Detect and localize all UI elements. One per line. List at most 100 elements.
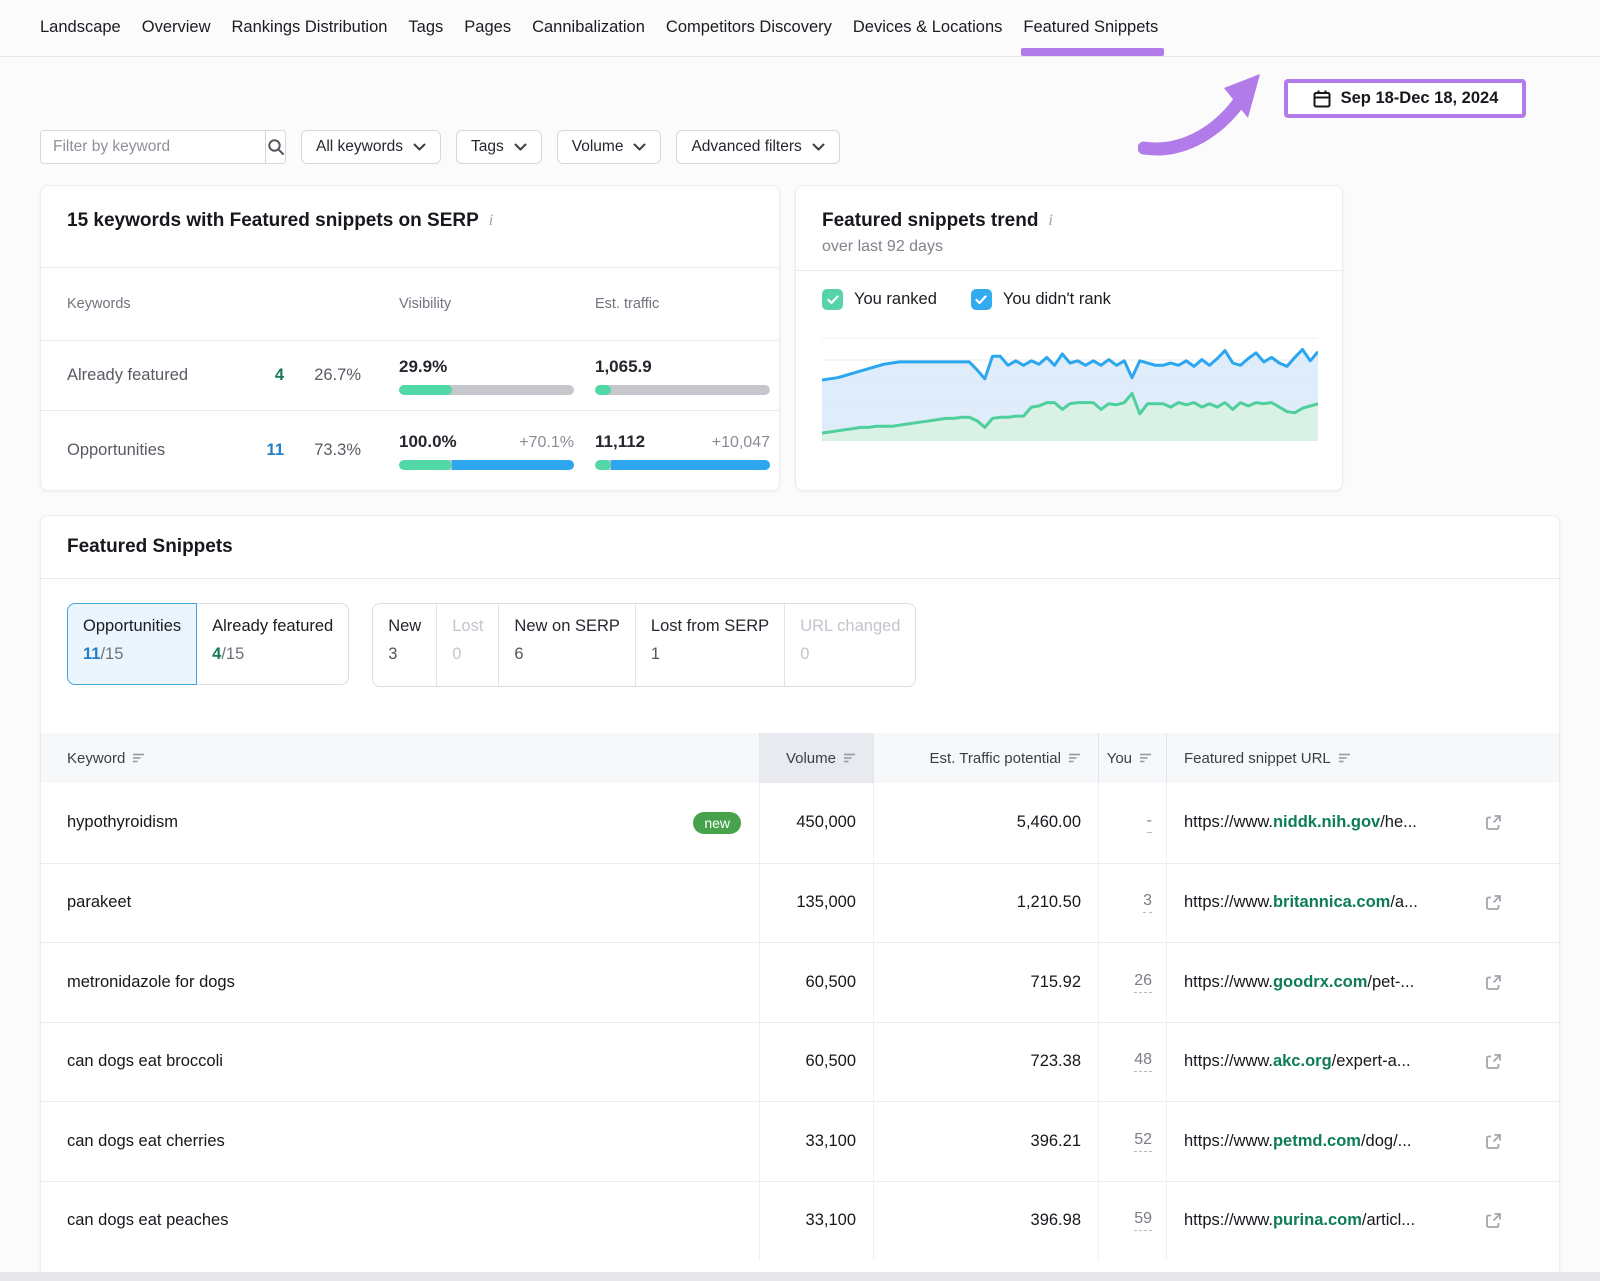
counter-new[interactable]: New 3 (373, 604, 436, 686)
sort-icon[interactable] (132, 752, 145, 764)
open-url-button[interactable] (1466, 893, 1503, 912)
col-header-label: You (1107, 750, 1132, 767)
info-icon[interactable]: i (1046, 212, 1052, 230)
search-icon (267, 138, 285, 156)
visibility-value: 100.0% (399, 432, 457, 452)
sort-icon[interactable] (843, 752, 856, 764)
snippets-table: Keyword Volume Est. Traffic potential You Fe… (41, 733, 1559, 1260)
snippet-url-link[interactable]: https://www.purina.com/articl... (1184, 1211, 1415, 1230)
table-header-row: Keyword Volume Est. Traffic potential You Fe… (41, 733, 1559, 783)
nav-tab-pages[interactable]: Pages (464, 2, 511, 55)
table-row: parakeet135,0001,210.503https://www.brit… (41, 863, 1559, 943)
volume-cell: 60,500 (759, 943, 873, 1022)
counter-label: Lost (452, 617, 483, 636)
nav-tab-cannibalization[interactable]: Cannibalization (532, 2, 645, 55)
counter-lost-from-serp[interactable]: Lost from SERP1 (635, 604, 784, 686)
snippet-url-link[interactable]: https://www.akc.org/expert-a... (1184, 1052, 1411, 1071)
counter-label: New (388, 617, 421, 636)
summary-row-label-cell: Already featured426.7% (67, 366, 399, 385)
you-rank-link[interactable]: 48 (1134, 1051, 1152, 1072)
keyword-filter-input[interactable] (41, 131, 265, 163)
volume-cell: 135,000 (759, 864, 873, 943)
col-header-you[interactable]: You (1098, 733, 1166, 783)
nav-tab-tags[interactable]: Tags (408, 2, 443, 55)
you-rank-link[interactable]: 52 (1134, 1131, 1152, 1152)
tab-count: 11/15 (83, 645, 181, 664)
dropdown-label: All keywords (316, 138, 403, 156)
counter-label: Lost from SERP (651, 617, 769, 636)
sort-icon[interactable] (1139, 752, 1152, 764)
dropdown-advanced-filters[interactable]: Advanced filters (676, 130, 839, 164)
keyword-text: can dogs eat cherries (67, 1132, 741, 1151)
you-rank-link[interactable]: 3 (1143, 892, 1152, 913)
counter-new-on-serp[interactable]: New on SERP6 (498, 604, 634, 686)
col-header-keyword[interactable]: Keyword (41, 733, 759, 783)
tab-already-featured[interactable]: Already featured4/15 (197, 603, 349, 685)
open-url-button[interactable] (1466, 973, 1503, 992)
checkbox-you-didn-t-rank[interactable] (971, 289, 992, 310)
chevron-down-icon (413, 143, 426, 151)
summary-row-count: 4 (258, 366, 284, 385)
bottom-scroll-strip[interactable] (0, 1272, 1600, 1281)
open-url-button[interactable] (1466, 1052, 1503, 1071)
check-icon (827, 295, 839, 305)
you-rank-link[interactable]: - (1147, 812, 1152, 833)
snippet-url-link[interactable]: https://www.niddk.nih.gov/he... (1184, 813, 1417, 832)
external-link-icon (1484, 1211, 1503, 1230)
nav-tab-overview[interactable]: Overview (142, 2, 211, 55)
date-range-picker[interactable]: Sep 18-Dec 18, 2024 (1284, 79, 1526, 118)
counter-value: 3 (388, 645, 421, 664)
counter-value: 6 (514, 645, 619, 664)
sort-icon[interactable] (1068, 752, 1081, 764)
volume-cell: 450,000 (759, 783, 873, 863)
trend-legend: You ranked You didn't rank (796, 271, 1342, 320)
you-rank-link[interactable]: 26 (1134, 972, 1152, 993)
table-row: hypothyroidismnew450,0005,460.00-https:/… (41, 783, 1559, 863)
summary-card-title: 15 keywords with Featured snippets on SE… (67, 210, 479, 232)
snippet-tabs: Opportunities11/15Already featured4/15 (67, 603, 349, 685)
summary-row-share: 26.7% (284, 366, 361, 385)
snippet-url-link[interactable]: https://www.petmd.com/dog/... (1184, 1132, 1411, 1151)
col-header-label: Featured snippet URL (1184, 750, 1331, 767)
info-icon[interactable]: i (487, 212, 493, 230)
chevron-down-icon (514, 143, 527, 151)
open-url-button[interactable] (1466, 1211, 1503, 1230)
you-rank-link[interactable]: 59 (1134, 1210, 1152, 1231)
visibility-values: 29.9% (399, 357, 574, 377)
snippet-url-cell: https://www.britannica.com/a... (1166, 864, 1561, 943)
legend-you-didn-t-rank[interactable]: You didn't rank (971, 289, 1111, 310)
nav-tab-devices-locations[interactable]: Devices & Locations (853, 2, 1003, 55)
dropdown-tags[interactable]: Tags (456, 130, 542, 164)
nav-tab-rankings-distribution[interactable]: Rankings Distribution (232, 2, 388, 55)
external-link-icon (1484, 893, 1503, 912)
col-header-featured-snippet-url[interactable]: Featured snippet URL (1166, 733, 1561, 783)
trend-chart (796, 320, 1342, 452)
sort-icon[interactable] (1338, 752, 1351, 764)
open-url-button[interactable] (1466, 813, 1503, 832)
counter-url-changed: URL changed0 (784, 604, 915, 686)
keyword-text: hypothyroidism (67, 813, 693, 832)
est-traffic: 11,112+10,047 (595, 432, 770, 470)
summary-row-share: 73.3% (284, 441, 361, 460)
traffic-potential-cell: 396.21 (873, 1102, 1098, 1181)
search-button[interactable] (265, 131, 285, 163)
legend-you-ranked[interactable]: You ranked (822, 289, 937, 310)
checkbox-you-ranked[interactable] (822, 289, 843, 310)
dropdown-volume[interactable]: Volume (557, 130, 662, 164)
nav-tab-featured-snippets[interactable]: Featured Snippets (1023, 2, 1158, 55)
visibility-bar (399, 460, 574, 470)
nav-tab-landscape[interactable]: Landscape (40, 2, 121, 55)
col-header-label: Volume (786, 750, 836, 767)
col-header-est-traffic-potential[interactable]: Est. Traffic potential (873, 733, 1098, 783)
dropdown-all-keywords[interactable]: All keywords (301, 130, 441, 164)
snippet-url-cell: https://www.akc.org/expert-a... (1166, 1023, 1561, 1102)
snippet-url-link[interactable]: https://www.goodrx.com/pet-... (1184, 973, 1414, 992)
tab-count: 4/15 (212, 645, 333, 664)
tab-opportunities[interactable]: Opportunities11/15 (67, 603, 197, 685)
snippet-url-link[interactable]: https://www.britannica.com/a... (1184, 893, 1418, 912)
bar-segment-green (399, 385, 452, 395)
open-url-button[interactable] (1466, 1132, 1503, 1151)
col-header-volume[interactable]: Volume (759, 733, 873, 783)
nav-tab-competitors-discovery[interactable]: Competitors Discovery (666, 2, 832, 55)
external-link-icon (1484, 1132, 1503, 1151)
